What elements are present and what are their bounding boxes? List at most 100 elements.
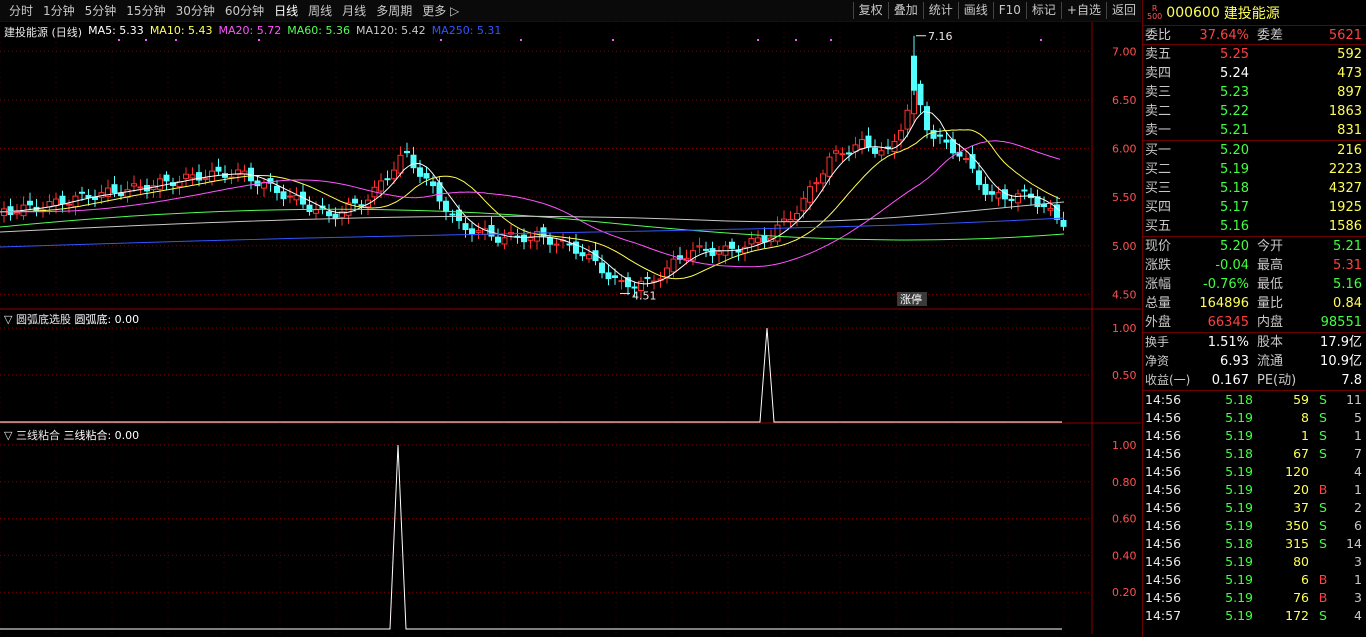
candle-body — [215, 166, 222, 172]
signal-dot — [1040, 39, 1042, 41]
candle-body — [475, 230, 482, 233]
fund-label: 换手 — [1145, 335, 1170, 349]
tick-row: 14:56 5.18 315 S 14 — [1143, 535, 1366, 553]
tick-price: 5.19 — [1225, 572, 1253, 587]
y-tick-label: 5.50 — [1112, 191, 1137, 204]
candle-body — [807, 186, 813, 203]
tick-time: 14:56 — [1145, 518, 1182, 533]
candle-body — [462, 223, 469, 231]
asks-price: 5.23 — [1220, 85, 1249, 100]
collapse-icon[interactable]: ▽ — [4, 429, 12, 442]
stat-label: 总量 — [1145, 296, 1172, 311]
tab-3[interactable]: 15分钟 — [121, 3, 170, 19]
fund-label: 净资 — [1145, 354, 1170, 368]
asks-row: 卖二 5.22 1863 — [1143, 102, 1366, 121]
candle-body — [501, 237, 508, 245]
tab-7[interactable]: 周线 — [303, 3, 337, 19]
candle-body — [618, 280, 625, 283]
kline-chart-svg[interactable]: 7.00 6.50 6.00 5.50 5.00 4.50 1.00 0.50 1.00 0.80… — [0, 22, 1141, 637]
signal-dot — [795, 39, 797, 41]
tick-time: 14:56 — [1145, 464, 1182, 479]
bids-price: 5.16 — [1220, 219, 1249, 234]
candle-body — [820, 173, 826, 184]
bids-volume: 4327 — [1328, 181, 1362, 196]
fund-row: 收益(一) 0.167 PE(动) 7.8 — [1143, 371, 1366, 390]
bids-row: 买三 5.18 4327 — [1143, 179, 1366, 198]
tick-time: 14:56 — [1145, 500, 1182, 515]
stat-label: 今开 — [1257, 239, 1284, 254]
candle-body — [963, 158, 969, 161]
candle-body — [781, 218, 787, 222]
tab-5[interactable]: 60分钟 — [220, 3, 269, 19]
ma-legend: 建投能源 (日线) MA5: 5.33 MA10: 5.43 MA20: 5.72 M… — [4, 24, 501, 40]
tick-volume: 1 — [1301, 428, 1309, 443]
tab-1[interactable]: 1分钟 — [38, 3, 80, 19]
candle-body — [846, 152, 852, 155]
tick-price: 5.19 — [1225, 554, 1253, 569]
stat-label: 量比 — [1257, 296, 1284, 311]
stat-label: 外盘 — [1145, 315, 1172, 330]
candle-body — [527, 237, 534, 241]
tool-button-6[interactable]: +自选 — [1060, 2, 1106, 19]
tick-row: 14:56 5.19 37 S 2 — [1143, 499, 1366, 517]
tick-count: 3 — [1354, 554, 1362, 569]
tool-button-7[interactable]: 返回 — [1105, 2, 1141, 19]
y-tick-label: 0.80 — [1112, 476, 1137, 489]
stat-value: 66345 — [1207, 315, 1249, 330]
tool-button-1[interactable]: 叠加 — [887, 2, 923, 19]
candle-body — [644, 276, 651, 279]
stat-value: 164896 — [1199, 296, 1249, 311]
candle-body — [865, 135, 872, 148]
candle-body — [202, 177, 209, 180]
candle-body — [904, 109, 911, 130]
stat-row: 涨跌 -0.04 最高 5.31 — [1143, 256, 1366, 275]
bids-label: 买一 — [1145, 143, 1172, 158]
tab-2[interactable]: 5分钟 — [80, 3, 122, 19]
stat-value: -0.76% — [1203, 277, 1249, 292]
tab-9[interactable]: 多周期 — [371, 3, 417, 19]
tick-row: 14:56 5.19 20 B 1 — [1143, 481, 1366, 499]
candle-body — [605, 272, 612, 280]
tab-6[interactable]: 日线 — [269, 3, 303, 19]
tick-price: 5.19 — [1225, 464, 1253, 479]
candle-body — [384, 178, 391, 181]
candle-body — [911, 55, 917, 91]
tool-button-2[interactable]: 统计 — [922, 2, 958, 19]
stat-row: 现价 5.20 今开 5.21 — [1143, 237, 1366, 256]
candle-body — [274, 185, 280, 193]
stock-code: 000600 — [1166, 4, 1220, 21]
chart-area[interactable]: 7.00 6.50 6.00 5.50 5.00 4.50 1.00 0.50 1.00 0.80… — [0, 22, 1141, 637]
tick-time: 14:56 — [1145, 482, 1182, 497]
tab-0[interactable]: 分时 — [4, 3, 38, 19]
candle-body — [631, 286, 638, 289]
tab-8[interactable]: 月线 — [337, 3, 371, 19]
asks-volume: 473 — [1337, 66, 1362, 81]
bid-book: 买一 5.20 216 买二 5.19 2223 买三 5.18 4327 买四 5.17 1925 买… — [1143, 141, 1366, 237]
candle-body — [313, 209, 319, 214]
tool-button-0[interactable]: 复权 — [852, 2, 888, 19]
candle-body — [1041, 203, 1047, 208]
quote-stats: 现价 5.20 今开 5.21 涨跌 -0.04 最高 5.31 涨幅 -0.76% 最低 5.16 总… — [1143, 237, 1366, 333]
tool-button-3[interactable]: 画线 — [957, 2, 993, 19]
tick-volume: 120 — [1285, 464, 1309, 479]
tool-button-5[interactable]: 标记 — [1025, 2, 1061, 19]
candle-body — [79, 191, 85, 194]
candle-body — [586, 254, 592, 260]
tool-button-4[interactable]: F10 — [992, 2, 1026, 19]
tick-price: 5.19 — [1225, 410, 1253, 425]
stat-value: 5.21 — [1333, 239, 1362, 254]
candle-body — [1015, 193, 1021, 204]
collapse-icon[interactable]: ▽ — [4, 313, 12, 326]
tab-10[interactable]: 更多 ▷ — [417, 3, 464, 19]
tick-list[interactable]: 14:56 5.18 59 S 11 14:56 5.19 8 S 5 14:56 5.19 1 S 1 14… — [1143, 391, 1366, 625]
asks-label: 卖三 — [1145, 85, 1172, 100]
stat-row: 外盘 66345 内盘 98551 — [1143, 313, 1366, 332]
y-tick-label: 5.00 — [1112, 240, 1137, 253]
fund-value: 7.8 — [1341, 373, 1362, 388]
tab-4[interactable]: 30分钟 — [171, 3, 220, 19]
indicator2-line — [0, 444, 1062, 630]
candle-body — [430, 181, 436, 187]
indicator1-value: 圆弧底: 0.00 — [74, 313, 140, 326]
tick-price: 5.19 — [1225, 518, 1253, 533]
candle-body — [7, 206, 14, 216]
